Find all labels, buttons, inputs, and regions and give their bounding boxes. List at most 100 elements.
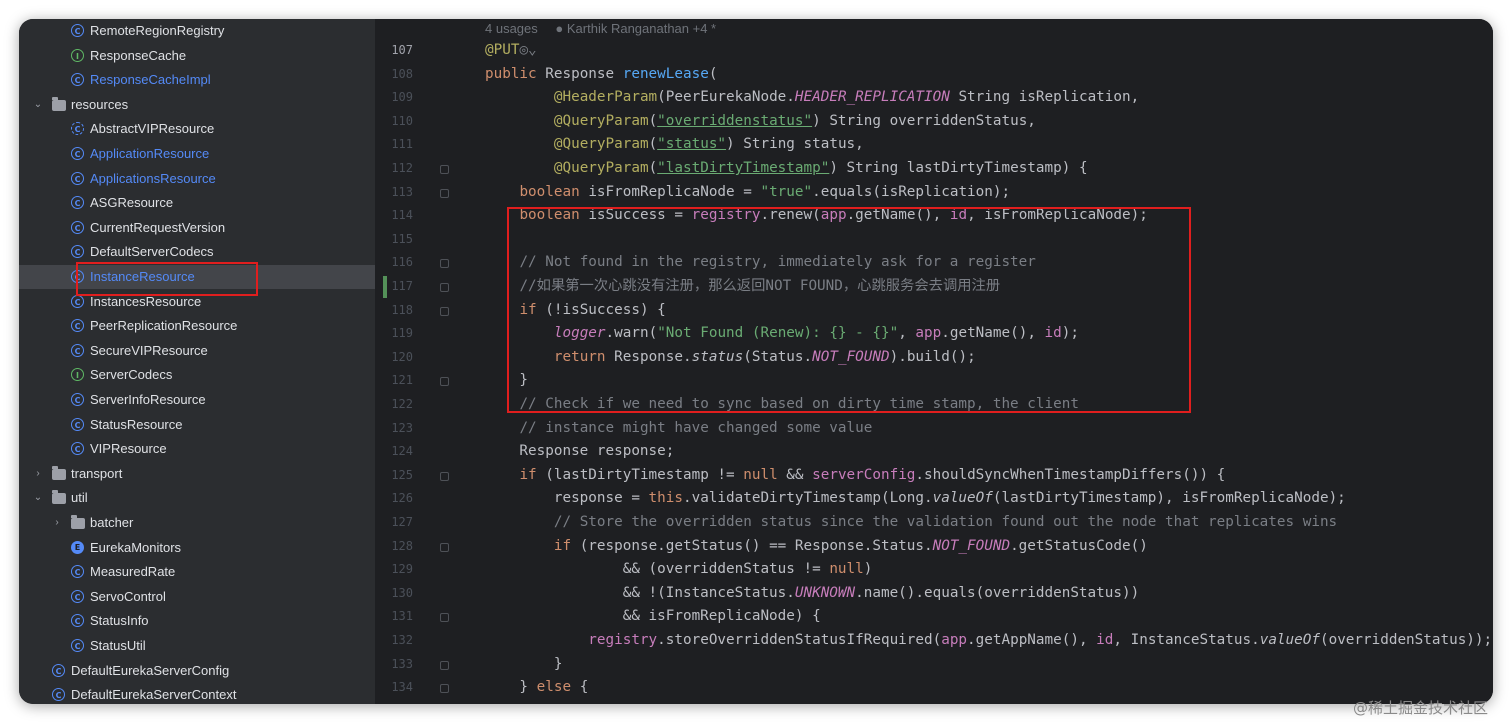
- tree-item[interactable]: ⌄ resources: [19, 93, 375, 117]
- code-token: (: [708, 65, 718, 82]
- tree-item[interactable]: › transport: [19, 462, 375, 486]
- project-tree[interactable]: C RemoteRegionRegistry I ResponseCache C Resp…: [19, 19, 375, 704]
- code-line[interactable]: if (response.getStatus() == Response.Sta…: [485, 535, 1148, 557]
- fold-toggle-icon[interactable]: [440, 377, 449, 387]
- code-token: }: [485, 655, 563, 672]
- code-line[interactable]: @HeaderParam(PeerEurekaNode.HEADER_REPLI…: [485, 86, 1139, 108]
- tree-item[interactable]: C ServerInfoResource: [19, 388, 375, 412]
- code-token: (: [648, 160, 658, 176]
- watermark: @稀土掘金技术社区: [1352, 699, 1488, 717]
- code-token: "true": [760, 183, 813, 200]
- tree-item-label: ResponseCacheImpl: [90, 72, 211, 88]
- code-line[interactable]: response = this.validateDirtyTimestamp(L…: [485, 487, 1346, 509]
- line-number: 117: [391, 279, 413, 293]
- code-line[interactable]: if (lastDirtyTimestamp != null && server…: [485, 464, 1225, 486]
- code-token: null: [743, 466, 787, 483]
- code-line[interactable]: @QueryParam("lastDirtyTimestamp") String…: [485, 157, 1088, 179]
- fold-toggle-icon[interactable]: [440, 259, 449, 269]
- tree-item[interactable]: C ResponseCacheImpl: [19, 68, 375, 92]
- code-line[interactable]: && !(InstanceStatus.UNKNOWN.name().equal…: [485, 582, 1139, 604]
- tree-item[interactable]: C StatusUtil: [19, 634, 375, 658]
- tree-item[interactable]: I ServerCodecs: [19, 363, 375, 387]
- class-icon: C: [71, 147, 84, 160]
- code-token: public: [485, 65, 546, 82]
- fold-toggle-icon[interactable]: [440, 306, 449, 316]
- tree-item[interactable]: C StatusResource: [19, 413, 375, 437]
- tree-item[interactable]: C ServoControl: [19, 585, 375, 609]
- line-number: 114: [391, 208, 413, 223]
- fold-toggle-icon[interactable]: [440, 613, 449, 623]
- chevron-right-icon[interactable]: ›: [32, 462, 44, 486]
- chevron-down-icon[interactable]: ⌄: [32, 486, 44, 510]
- code-line[interactable]: }: [485, 653, 563, 675]
- code-token: ) String lastDirtyTimestamp) {: [829, 160, 1088, 176]
- code-line[interactable]: @QueryParam("status") String status,: [485, 133, 864, 155]
- tree-item[interactable]: › batcher: [19, 511, 375, 535]
- tree-item[interactable]: C StatusInfo: [19, 609, 375, 633]
- usage-hint[interactable]: 4 usages ● Karthik Ranganathan +4 *: [485, 21, 716, 36]
- class-icon: C: [71, 196, 84, 210]
- tree-item[interactable]: C AbstractVIPResource: [19, 117, 375, 141]
- tree-item[interactable]: C ASGResource: [19, 191, 375, 215]
- tree-item-label: ASGResource: [90, 195, 174, 211]
- fold-toggle-icon[interactable]: [440, 684, 449, 694]
- code-line[interactable]: // instance might have changed some valu…: [485, 417, 872, 439]
- code-token: registry: [588, 632, 658, 648]
- code-token: HEADER_REPLICATION: [794, 89, 950, 106]
- tree-item[interactable]: C VIPResource: [19, 437, 375, 461]
- author-hint[interactable]: Karthik Ranganathan +4 *: [567, 21, 716, 36]
- code-line[interactable]: boolean isFromReplicaNode = "true".equal…: [485, 181, 1010, 203]
- fold-toggle-icon[interactable]: [440, 471, 449, 481]
- code-line[interactable]: && (overriddenStatus != null): [485, 558, 873, 580]
- tree-item-label: DefaultEurekaServerConfig: [71, 662, 230, 678]
- fold-toggle-icon[interactable]: [440, 188, 449, 198]
- tree-item[interactable]: C ApplicationsResource: [19, 167, 375, 191]
- tree-item[interactable]: C CurrentRequestVersion: [19, 216, 375, 240]
- code-token: app: [941, 632, 968, 648]
- folder-icon: [52, 490, 66, 505]
- tree-item[interactable]: C ApplicationResource: [19, 142, 375, 166]
- code-token: @QueryParam: [553, 112, 649, 129]
- code-token: (lastDirtyTimestamp !=: [545, 466, 744, 483]
- chevron-right-icon[interactable]: ›: [51, 511, 63, 535]
- tree-item[interactable]: ⌄ util: [19, 486, 375, 510]
- code-token: @HeaderParam: [553, 89, 658, 106]
- tree-item-label: ServoControl: [90, 588, 166, 604]
- line-number: 110: [391, 113, 413, 128]
- class-icon: C: [71, 417, 84, 431]
- tree-item[interactable]: C DefaultEurekaServerConfig: [19, 659, 375, 683]
- tree-item[interactable]: C DefaultEurekaServerContext: [19, 683, 375, 704]
- tree-item[interactable]: C MeasuredRate: [19, 560, 375, 584]
- tree-item[interactable]: C RemoteRegionRegistry: [19, 19, 375, 43]
- code-token: if: [519, 466, 546, 483]
- code-line[interactable]: Response response;: [485, 440, 674, 462]
- code-line[interactable]: } else {: [485, 676, 588, 698]
- code-token: (lastDirtyTimestamp), isFromReplicaNode)…: [992, 490, 1346, 507]
- fold-toggle-icon[interactable]: [440, 542, 449, 552]
- tree-item-label: CurrentRequestVersion: [90, 219, 226, 235]
- tree-item[interactable]: E EurekaMonitors: [19, 536, 375, 560]
- fold-toggle-icon[interactable]: [440, 660, 449, 670]
- code-line[interactable]: public Response renewLease(: [485, 63, 717, 85]
- code-line[interactable]: registry.storeOverriddenStatusIfRequired…: [485, 629, 1492, 651]
- code-line[interactable]: && isFromReplicaNode) {: [485, 605, 821, 627]
- usages-count[interactable]: 4 usages: [485, 21, 538, 36]
- code-token: (: [648, 112, 658, 129]
- tree-item-label: util: [71, 490, 88, 506]
- code-line[interactable]: // Store the overridden status since the…: [485, 511, 1337, 533]
- tree-item[interactable]: I ResponseCache: [19, 44, 375, 68]
- tree-item[interactable]: C DefaultServerCodecs: [19, 240, 375, 264]
- code-line[interactable]: @PUT◎⌄: [485, 39, 537, 61]
- fold-toggle-icon[interactable]: [440, 283, 449, 292]
- chevron-down-icon[interactable]: ⌄: [32, 93, 44, 117]
- tree-item[interactable]: C SecureVIPResource: [19, 339, 375, 363]
- code-line[interactable]: @QueryParam("overriddenstatus") String o…: [485, 110, 1036, 132]
- fold-toggle-icon[interactable]: [440, 165, 449, 174]
- tree-item-label: ServerInfoResource: [90, 392, 206, 407]
- tree-item[interactable]: C PeerReplicationResource: [19, 314, 375, 338]
- change-marker[interactable]: [383, 276, 387, 298]
